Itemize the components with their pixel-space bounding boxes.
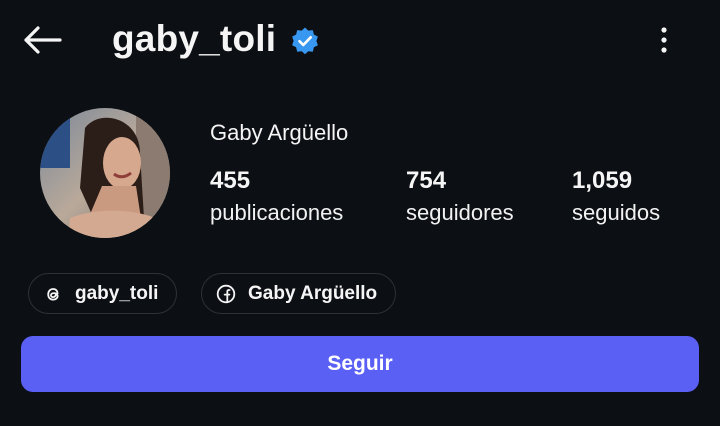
back-button[interactable] (18, 20, 66, 60)
stat-followers[interactable]: 754 seguidores (406, 166, 514, 230)
profile-username: gaby_toli (112, 18, 277, 59)
threads-link-label: gaby_toli (75, 282, 159, 304)
facebook-link-label: Gaby Argüello (248, 282, 378, 304)
stat-following-value: 1,059 (572, 167, 633, 194)
stat-posts-label: publicaciones (210, 200, 344, 225)
threads-link-chip[interactable]: gaby_toli (28, 273, 178, 314)
verified-badge-icon (292, 27, 318, 55)
top-bar: gaby_toli (0, 0, 720, 80)
threads-icon (43, 284, 63, 304)
stat-posts-value: 455 (210, 167, 251, 194)
avatar[interactable] (40, 108, 170, 238)
facebook-link-chip[interactable]: Gaby Argüello (201, 273, 397, 314)
display-name: Gaby Argüello (210, 120, 349, 145)
stat-followers-value: 754 (406, 167, 447, 194)
facebook-icon (216, 284, 236, 304)
more-options-button[interactable] (644, 18, 684, 62)
stat-followers-label: seguidores (406, 200, 514, 225)
arrow-left-icon (24, 26, 62, 54)
stat-following-label: seguidos (572, 200, 661, 225)
stat-posts[interactable]: 455 publicaciones (210, 166, 343, 230)
follow-button[interactable]: Seguir (21, 336, 699, 392)
more-vertical-icon (661, 27, 667, 53)
stat-following[interactable]: 1,059 seguidos (572, 166, 660, 230)
avatar-photo (40, 108, 170, 238)
